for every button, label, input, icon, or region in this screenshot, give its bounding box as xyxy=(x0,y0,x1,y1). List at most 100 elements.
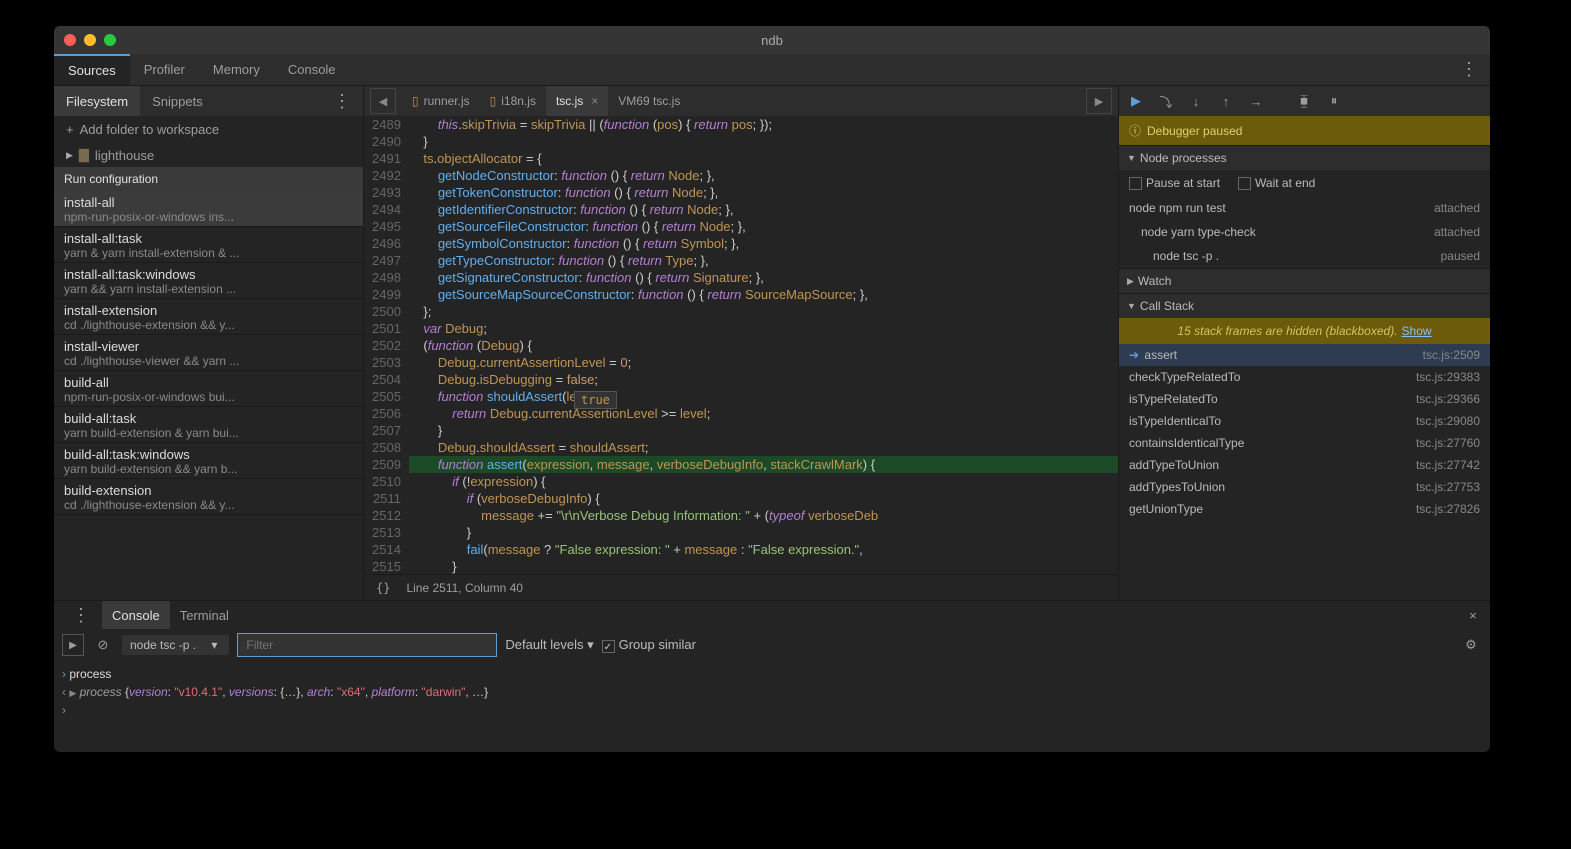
resume-icon[interactable]: ▶ xyxy=(1125,90,1147,112)
stack-frame[interactable]: ➔ asserttsc.js:2509 xyxy=(1119,344,1490,366)
code-editor[interactable]: 2489249024912492249324942495249624972498… xyxy=(364,116,1118,574)
process-list: node npm run testattachednode yarn type-… xyxy=(1119,196,1490,268)
file-tab-vm69[interactable]: VM69 tsc.js xyxy=(608,86,690,116)
console-settings-icon[interactable]: ⚙ xyxy=(1460,634,1482,656)
file-tab-tsc[interactable]: tsc.js × xyxy=(546,86,608,116)
drawer-tab-terminal[interactable]: Terminal xyxy=(170,601,239,629)
run-item-subtitle: cd ./lighthouse-viewer && yarn ... xyxy=(64,354,353,368)
stack-frame[interactable]: checkTypeRelatedTotsc.js:29383 xyxy=(1119,366,1490,388)
close-drawer-icon[interactable]: × xyxy=(1462,604,1484,626)
stack-fn-name: addTypesToUnion xyxy=(1129,480,1225,494)
execution-context-select[interactable]: node tsc -p . ▾ xyxy=(122,635,229,655)
editor-panel: ◀ ▯runner.js ▯i18n.js tsc.js × VM69 tsc.j… xyxy=(364,86,1118,600)
add-folder-label: Add folder to workspace xyxy=(80,122,219,137)
file-tab-i18n[interactable]: ▯i18n.js xyxy=(480,86,546,116)
process-row[interactable]: node npm run testattached xyxy=(1119,196,1490,220)
run-item-title: build-extension xyxy=(64,483,353,498)
file-nav-back[interactable]: ◀ xyxy=(370,88,396,114)
run-item-subtitle: yarn & yarn install-extension & ... xyxy=(64,246,353,260)
run-config-item[interactable]: build-extensioncd ./lighthouse-extension… xyxy=(54,479,363,515)
run-item-title: build-all:task:windows xyxy=(64,447,353,462)
section-label: Node processes xyxy=(1140,151,1227,165)
run-item-title: install-all xyxy=(64,195,353,210)
debugger-panel: ▶ ⤵ ↓ ↑ → ⧯ ⏸ ⓘ Debugger paused ▼Node pr… xyxy=(1118,86,1490,600)
console-filter-input[interactable] xyxy=(237,633,497,657)
tab-profiler[interactable]: Profiler xyxy=(130,54,199,85)
minimize-window-button[interactable] xyxy=(84,34,96,46)
log-levels-select[interactable]: Default levels ▾ xyxy=(505,637,593,653)
run-config-item[interactable]: build-allnpm-run-posix-or-windows bui... xyxy=(54,371,363,407)
cursor-position: Line 2511, Column 40 xyxy=(406,581,523,595)
stack-frame[interactable]: getUnionTypetsc.js:27826 xyxy=(1119,498,1490,520)
step-into-icon[interactable]: ↓ xyxy=(1185,90,1207,112)
select-value: Default levels xyxy=(505,637,583,652)
file-tab-label: tsc.js xyxy=(556,94,583,108)
select-value: node tsc -p . xyxy=(130,638,196,652)
checkbox-label: Wait at end xyxy=(1255,176,1315,190)
tab-sources[interactable]: Sources xyxy=(54,54,130,85)
left-subtabs-kebab[interactable]: ⋮ xyxy=(321,91,363,112)
checkbox-label: Pause at start xyxy=(1146,176,1220,190)
format-braces-icon[interactable]: {} xyxy=(376,581,390,595)
run-config-item[interactable]: build-all:taskyarn build-extension & yar… xyxy=(54,407,363,443)
value-tooltip: true xyxy=(574,391,617,409)
add-folder-button[interactable]: + Add folder to workspace xyxy=(54,116,363,143)
pause-exceptions-icon[interactable]: ⏸ xyxy=(1323,90,1345,112)
code-content: this.skipTrivia = skipTrivia || (functio… xyxy=(409,116,1118,574)
tab-console[interactable]: Console xyxy=(274,54,350,85)
tab-filesystem[interactable]: Filesystem xyxy=(54,86,140,116)
traffic-lights xyxy=(64,34,116,46)
stack-location: tsc.js:29080 xyxy=(1416,414,1480,428)
run-config-item[interactable]: build-all:task:windowsyarn build-extensi… xyxy=(54,443,363,479)
fs-folder-lighthouse[interactable]: ▶ ▇ lighthouse xyxy=(54,143,363,167)
drawer-tabs: ⋮ Console Terminal × xyxy=(54,601,1490,629)
run-config-item[interactable]: install-all:task:windowsyarn && yarn ins… xyxy=(54,263,363,299)
close-window-button[interactable] xyxy=(64,34,76,46)
run-config-item[interactable]: install-allnpm-run-posix-or-windows ins.… xyxy=(54,191,363,227)
left-panel: Filesystem Snippets ⋮ + Add folder to wo… xyxy=(54,86,364,600)
console-sidebar-toggle-icon[interactable]: ▶ xyxy=(62,634,84,656)
run-config-item[interactable]: install-viewercd ./lighthouse-viewer && … xyxy=(54,335,363,371)
run-item-subtitle: cd ./lighthouse-extension && y... xyxy=(64,498,353,512)
debugger-paused-banner: ⓘ Debugger paused xyxy=(1119,116,1490,145)
stack-frame[interactable]: containsIdenticalTypetsc.js:27760 xyxy=(1119,432,1490,454)
process-row[interactable]: node tsc -p .paused xyxy=(1119,244,1490,268)
step-over-icon[interactable]: ⤵ xyxy=(1155,90,1177,112)
step-icon[interactable]: → xyxy=(1245,90,1267,112)
code-area[interactable]: this.skipTrivia = skipTrivia || (functio… xyxy=(409,116,1118,574)
stack-frame[interactable]: addTypeToUniontsc.js:27742 xyxy=(1119,454,1490,476)
tab-memory[interactable]: Memory xyxy=(199,54,274,85)
section-node-processes[interactable]: ▼Node processes xyxy=(1119,145,1490,170)
file-tab-runner[interactable]: ▯runner.js xyxy=(402,86,480,116)
step-out-icon[interactable]: ↑ xyxy=(1215,90,1237,112)
section-call-stack[interactable]: ▼Call Stack xyxy=(1119,293,1490,318)
drawer-tab-console[interactable]: Console xyxy=(102,601,170,629)
run-item-subtitle: yarn && yarn install-extension ... xyxy=(64,282,353,296)
run-config-item[interactable]: install-extensioncd ./lighthouse-extensi… xyxy=(54,299,363,335)
run-configuration-header: Run configuration xyxy=(54,167,363,191)
file-tab-label: runner.js xyxy=(424,94,470,108)
run-item-title: install-all:task:windows xyxy=(64,267,353,282)
stack-fn-name: checkTypeRelatedTo xyxy=(1129,370,1240,384)
process-row[interactable]: node yarn type-checkattached xyxy=(1119,220,1490,244)
stack-frame[interactable]: isTypeIdenticalTotsc.js:29080 xyxy=(1119,410,1490,432)
console-output[interactable]: › process ‹ ▶ process {version: "v10.4.1… xyxy=(54,661,1490,752)
file-nav-forward[interactable]: ▶ xyxy=(1086,88,1112,114)
main-menu-kebab[interactable]: ⋮ xyxy=(1448,54,1490,85)
stack-frame[interactable]: addTypesToUniontsc.js:27753 xyxy=(1119,476,1490,498)
drawer-kebab[interactable]: ⋮ xyxy=(60,605,102,626)
blackbox-show-link[interactable]: Show xyxy=(1402,324,1432,338)
deactivate-breakpoints-icon[interactable]: ⧯ xyxy=(1293,90,1315,112)
group-similar-checkbox[interactable]: Group similar xyxy=(602,637,696,652)
run-item-title: install-extension xyxy=(64,303,353,318)
tab-snippets[interactable]: Snippets xyxy=(140,86,215,116)
stack-frame[interactable]: isTypeRelatedTotsc.js:29366 xyxy=(1119,388,1490,410)
close-icon[interactable]: × xyxy=(588,94,598,108)
file-tabs: ◀ ▯runner.js ▯i18n.js tsc.js × VM69 tsc.j… xyxy=(364,86,1118,116)
wait-at-end-checkbox[interactable]: Wait at end xyxy=(1238,176,1315,190)
clear-console-icon[interactable]: ⊘ xyxy=(92,634,114,656)
zoom-window-button[interactable] xyxy=(104,34,116,46)
pause-at-start-checkbox[interactable]: Pause at start xyxy=(1129,176,1220,190)
section-watch[interactable]: ▶Watch xyxy=(1119,268,1490,293)
run-config-item[interactable]: install-all:taskyarn & yarn install-exte… xyxy=(54,227,363,263)
